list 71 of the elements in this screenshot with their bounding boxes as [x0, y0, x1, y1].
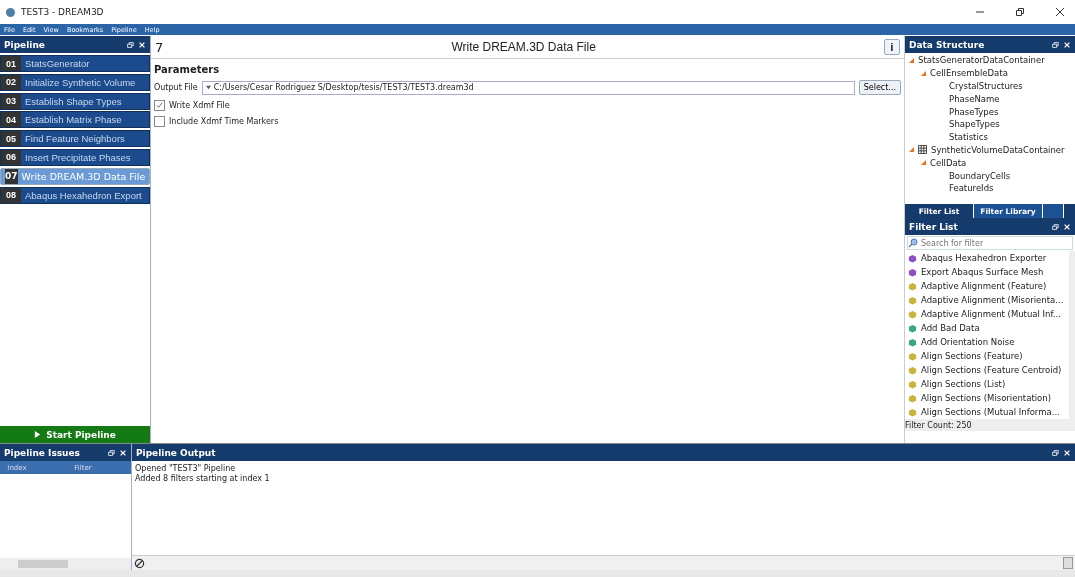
float-icon[interactable] [1051, 40, 1059, 49]
filter-step[interactable]: 08 Abaqus Hexahedron Export [0, 186, 150, 204]
float-icon[interactable] [107, 448, 115, 457]
panel-title: Data Structure [909, 39, 985, 50]
filter-item[interactable]: Adaptive Alignment (Mutual Inf... [921, 309, 1061, 319]
expand-icon[interactable] [909, 147, 914, 153]
horizontal-scrollbar[interactable] [0, 558, 131, 570]
expand-icon[interactable] [921, 70, 926, 76]
filter-step[interactable]: 02 Initialize Synthetic Volume [0, 73, 150, 91]
app-icon [6, 7, 15, 17]
tree-item[interactable]: StatsGeneratorDataContainer [918, 55, 1045, 66]
filter-title: Write DREAM.3D Data File [450, 40, 597, 54]
panel-title: Pipeline [4, 39, 45, 50]
restore-icon[interactable] [1015, 7, 1025, 17]
tree-item[interactable]: CrystalStructures [949, 81, 1023, 91]
filter-item[interactable]: Align Sections (Misorientation) [921, 393, 1051, 403]
tree-item[interactable]: CellData [930, 157, 967, 168]
tree-item[interactable]: Statistics [949, 132, 988, 143]
section-title: Parameters [154, 64, 221, 75]
filter-step[interactable]: 01 StatsGenerator [0, 55, 150, 72]
play-icon [34, 431, 42, 438]
close-icon[interactable] [1055, 7, 1065, 17]
search-field[interactable]: Search for filter [907, 236, 1073, 250]
window-title: TEST3 - DREAM3D [21, 7, 104, 17]
panel-title: Filter List [909, 221, 958, 232]
filter-item[interactable]: Align Sections (Feature Centroid) [921, 365, 1062, 375]
filter-item[interactable]: Align Sections (Feature) [921, 351, 1023, 361]
filter-index: 7 [155, 39, 164, 55]
tree-item[interactable]: PhaseName [949, 93, 1000, 104]
checkbox[interactable] [154, 100, 165, 111]
float-icon[interactable] [1051, 448, 1059, 457]
expand-icon[interactable] [909, 57, 914, 63]
filter-item[interactable]: Adaptive Alignment (Feature) [921, 281, 1047, 291]
filter-item[interactable]: Align Sections (List) [921, 379, 1006, 389]
panel-title: Pipeline Issues [4, 447, 80, 458]
start-pipeline-button[interactable]: Start Pipeline [0, 426, 150, 443]
panel-title: Pipeline Output [136, 447, 216, 458]
tree-item[interactable]: BoundaryCells [949, 170, 1011, 181]
tree-item[interactable]: CellEnsembleData [930, 68, 1008, 79]
filter-item[interactable]: Abaqus Hexahedron Exporter [921, 253, 1047, 263]
float-icon[interactable] [1051, 222, 1059, 231]
output-file-field[interactable]: C:/Users/Cesar Rodriguez S/Desktop/tesis/TEST3/TEST3.dream3d [201, 80, 855, 95]
field-label: Output File [154, 83, 198, 92]
tree-item[interactable]: SyntheticVolumeDataContainer [931, 144, 1065, 155]
filter-item[interactable]: Add Bad Data [921, 323, 980, 333]
filter-step[interactable]: 04 Establish Matrix Phase [0, 111, 150, 129]
tree-item[interactable]: FeatureIds [949, 183, 994, 194]
filter-step[interactable]: 06 Insert Precipitate Phases [0, 149, 150, 166]
select-button[interactable]: Select... [858, 80, 901, 95]
filter-count: Filter Count: 250 [905, 419, 1075, 431]
filter-step[interactable]: 03 Establish Shape Types [0, 92, 150, 110]
checkbox[interactable] [154, 116, 165, 127]
output-line: Added 8 filters starting at index 1 [135, 474, 271, 484]
checkbox-label: Write Xdmf File [169, 101, 230, 110]
tree-item[interactable]: ShapeTypes [949, 119, 1000, 130]
filter-item[interactable]: Add Orientation Noise [921, 337, 1015, 347]
checkbox-label: Include Xdmf Time Markers [169, 117, 279, 126]
filter-step[interactable]: 07 Write DREAM.3D Data File [0, 167, 150, 185]
dropdown-icon [205, 85, 211, 90]
filter-item[interactable]: Align Sections (Mutual Informa... [921, 407, 1060, 417]
filter-item[interactable]: Export Abaqus Surface Mesh [921, 267, 1044, 277]
clear-icon[interactable] [134, 557, 145, 569]
expand-icon[interactable] [921, 160, 926, 166]
tab[interactable] [1043, 204, 1064, 218]
filter-step[interactable]: 05 Find Feature Neighbors [0, 130, 150, 148]
search-icon [908, 238, 918, 248]
info-button[interactable]: i [884, 39, 900, 55]
float-icon[interactable] [126, 40, 134, 49]
filter-item[interactable]: Adaptive Alignment (Misorienta... [921, 295, 1064, 305]
output-line: Opened "TEST3" Pipeline [135, 464, 237, 474]
tree-item[interactable]: PhaseTypes [949, 106, 999, 117]
